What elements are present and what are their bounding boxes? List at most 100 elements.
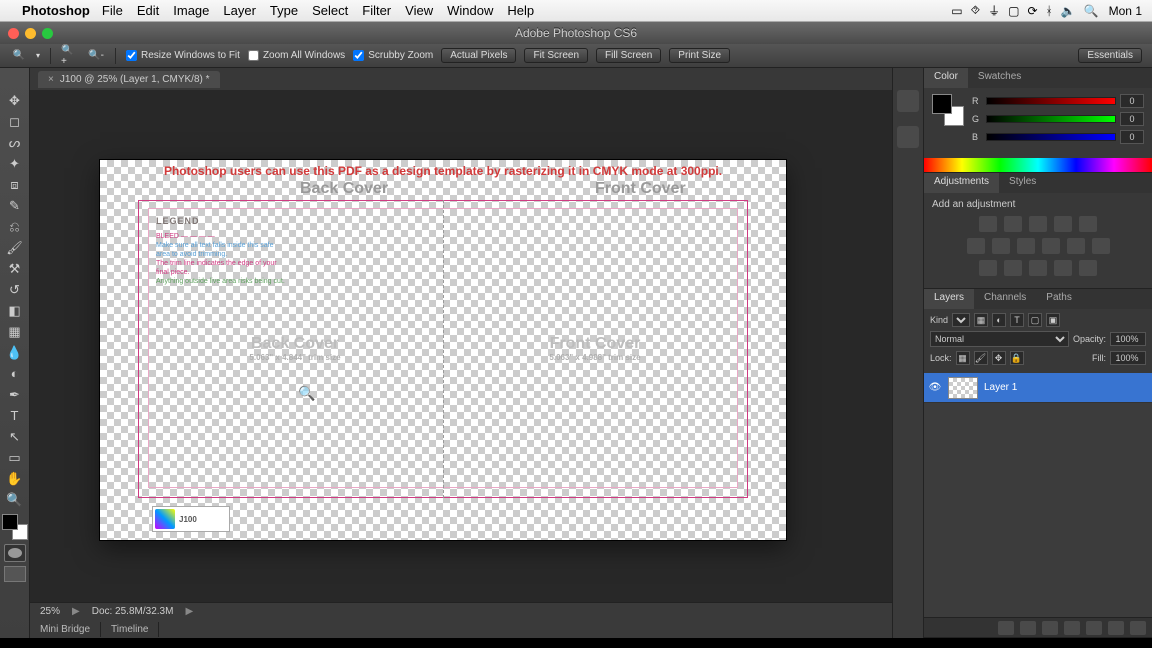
hand-tool-icon[interactable]: ✋ bbox=[3, 468, 27, 489]
type-tool-icon[interactable]: T bbox=[3, 405, 27, 426]
resize-windows-checkbox[interactable]: Resize Windows to Fit bbox=[126, 50, 240, 61]
layers-tab[interactable]: Layers bbox=[924, 289, 974, 309]
menu-type[interactable]: Type bbox=[270, 3, 298, 18]
volume-icon[interactable]: 🔈 bbox=[1061, 4, 1076, 18]
menu-layer[interactable]: Layer bbox=[223, 3, 256, 18]
clone-stamp-tool-icon[interactable]: ⚒ bbox=[3, 258, 27, 279]
screen-mode-icon[interactable] bbox=[4, 566, 26, 582]
menu-select[interactable]: Select bbox=[312, 3, 348, 18]
pen-tool-icon[interactable]: ✒ bbox=[3, 384, 27, 405]
canvas-viewport[interactable]: Photoshop users can use this PDF as a de… bbox=[30, 90, 892, 602]
styles-tab[interactable]: Styles bbox=[999, 173, 1046, 193]
paths-tab[interactable]: Paths bbox=[1036, 289, 1082, 309]
tab-close-icon[interactable]: × bbox=[48, 74, 54, 85]
layer-fx-icon[interactable] bbox=[1020, 621, 1036, 635]
zoom-tool-icon[interactable]: 🔍 bbox=[3, 489, 27, 510]
filter-shape-icon[interactable]: ▢ bbox=[1028, 313, 1042, 327]
window-zoom-button[interactable] bbox=[42, 28, 53, 39]
layer-mask-icon[interactable] bbox=[1042, 621, 1058, 635]
new-adjustment-layer-icon[interactable] bbox=[1064, 621, 1080, 635]
g-value[interactable]: 0 bbox=[1120, 112, 1144, 126]
posterize-adj-icon[interactable] bbox=[1004, 260, 1022, 276]
invert-adj-icon[interactable] bbox=[979, 260, 997, 276]
color-swatch-pair[interactable] bbox=[932, 94, 964, 126]
zoom-level[interactable]: 25% bbox=[40, 606, 60, 617]
link-layers-icon[interactable] bbox=[998, 621, 1014, 635]
scrubby-zoom-checkbox[interactable]: Scrubby Zoom bbox=[353, 50, 433, 61]
menu-image[interactable]: Image bbox=[173, 3, 209, 18]
bw-adj-icon[interactable] bbox=[1017, 238, 1035, 254]
lock-all-icon[interactable]: 🔒 bbox=[1010, 351, 1024, 365]
color-spectrum[interactable] bbox=[924, 158, 1152, 172]
bluetooth-icon[interactable]: ᚼ bbox=[1046, 4, 1053, 18]
new-layer-icon[interactable] bbox=[1108, 621, 1124, 635]
opacity-value[interactable]: 100% bbox=[1110, 332, 1146, 346]
color-lookup-adj-icon[interactable] bbox=[1092, 238, 1110, 254]
path-selection-tool-icon[interactable]: ↖ bbox=[3, 426, 27, 447]
gradient-tool-icon[interactable]: ▦ bbox=[3, 321, 27, 342]
layer-name[interactable]: Layer 1 bbox=[984, 382, 1017, 393]
status-arrow-icon[interactable]: ▶ bbox=[72, 606, 80, 617]
window-close-button[interactable] bbox=[8, 28, 19, 39]
history-brush-tool-icon[interactable]: ↺ bbox=[3, 279, 27, 300]
sync-icon[interactable]: ⟳ bbox=[1027, 4, 1037, 18]
zoom-all-windows-checkbox[interactable]: Zoom All Windows bbox=[248, 50, 345, 61]
document-canvas[interactable]: Photoshop users can use this PDF as a de… bbox=[100, 160, 786, 540]
filter-adjust-icon[interactable]: ◐ bbox=[992, 313, 1006, 327]
status-menu-icon[interactable]: ▶ bbox=[185, 606, 193, 617]
move-tool-icon[interactable]: ✥ bbox=[3, 90, 27, 111]
menu-filter[interactable]: Filter bbox=[362, 3, 391, 18]
brightness-adj-icon[interactable] bbox=[979, 216, 997, 232]
menu-view[interactable]: View bbox=[405, 3, 433, 18]
quick-mask-icon[interactable] bbox=[4, 544, 26, 562]
actual-pixels-button[interactable]: Actual Pixels bbox=[441, 48, 516, 63]
eraser-tool-icon[interactable]: ◧ bbox=[3, 300, 27, 321]
wifi-icon[interactable]: ⏚ bbox=[988, 2, 1000, 19]
kind-filter-select[interactable] bbox=[952, 313, 970, 327]
threshold-adj-icon[interactable] bbox=[1029, 260, 1047, 276]
channels-tab[interactable]: Channels bbox=[974, 289, 1036, 309]
menu-file[interactable]: File bbox=[102, 3, 123, 18]
gradient-map-adj-icon[interactable] bbox=[1054, 260, 1072, 276]
menu-help[interactable]: Help bbox=[507, 3, 534, 18]
display-icon[interactable]: ▢ bbox=[1008, 4, 1019, 18]
lock-transparent-icon[interactable]: ▦ bbox=[956, 351, 970, 365]
search-icon[interactable]: 🔍 bbox=[1084, 4, 1099, 18]
hue-sat-adj-icon[interactable] bbox=[967, 238, 985, 254]
layer-visibility-icon[interactable]: 👁 bbox=[928, 382, 942, 393]
curves-adj-icon[interactable] bbox=[1029, 216, 1047, 232]
layer-item[interactable]: 👁 Layer 1 bbox=[924, 373, 1152, 403]
dodge-tool-icon[interactable]: ◐ bbox=[3, 363, 27, 384]
lasso-tool-icon[interactable]: ᔕ bbox=[3, 132, 27, 153]
delete-layer-icon[interactable] bbox=[1130, 621, 1146, 635]
r-value[interactable]: 0 bbox=[1120, 94, 1144, 108]
lock-position-icon[interactable]: ✥ bbox=[992, 351, 1006, 365]
color-tab[interactable]: Color bbox=[924, 68, 968, 88]
filter-type-icon[interactable]: T bbox=[1010, 313, 1024, 327]
history-panel-icon[interactable] bbox=[897, 90, 919, 112]
layer-thumbnail[interactable] bbox=[948, 377, 978, 399]
clock[interactable]: Mon 1 bbox=[1109, 4, 1142, 18]
g-slider[interactable] bbox=[986, 115, 1116, 123]
properties-panel-icon[interactable] bbox=[897, 126, 919, 148]
fit-screen-button[interactable]: Fit Screen bbox=[524, 48, 588, 63]
blend-mode-select[interactable]: Normal bbox=[930, 331, 1069, 347]
new-group-icon[interactable] bbox=[1086, 621, 1102, 635]
brush-tool-icon[interactable]: 🖌 bbox=[3, 237, 27, 258]
photo-filter-adj-icon[interactable] bbox=[1042, 238, 1060, 254]
lock-paint-icon[interactable]: 🖌 bbox=[974, 351, 988, 365]
color-balance-adj-icon[interactable] bbox=[992, 238, 1010, 254]
menu-window[interactable]: Window bbox=[447, 3, 493, 18]
zoom-tool-icon[interactable]: 🔍 bbox=[10, 47, 28, 65]
menu-edit[interactable]: Edit bbox=[137, 3, 159, 18]
zoom-in-icon[interactable]: 🔍+ bbox=[61, 47, 79, 65]
foreground-background-color[interactable] bbox=[2, 514, 28, 540]
fill-value[interactable]: 100% bbox=[1110, 351, 1146, 365]
vibrance-adj-icon[interactable] bbox=[1079, 216, 1097, 232]
timeline-tab[interactable]: Timeline bbox=[101, 622, 159, 637]
workspace-switcher[interactable]: Essentials bbox=[1078, 48, 1142, 63]
adjustments-tab[interactable]: Adjustments bbox=[924, 173, 999, 193]
blur-tool-icon[interactable]: 💧 bbox=[3, 342, 27, 363]
r-slider[interactable] bbox=[986, 97, 1116, 105]
battery-icon[interactable]: ▭ bbox=[951, 4, 962, 18]
